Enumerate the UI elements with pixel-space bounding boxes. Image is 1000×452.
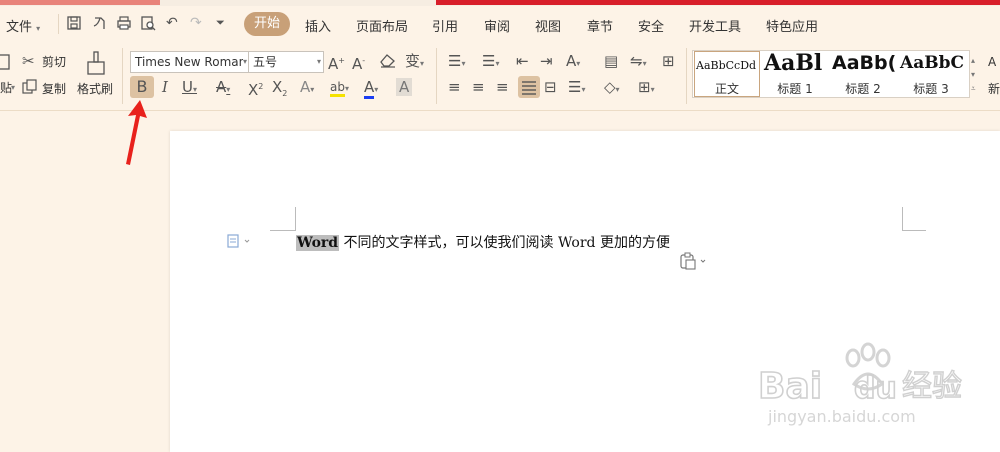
style-normal-selection bbox=[694, 51, 760, 97]
crop-mark bbox=[902, 230, 926, 231]
shrink-font-icon[interactable]: A- bbox=[352, 52, 365, 73]
tab-home[interactable]: 开始 bbox=[244, 12, 290, 36]
promo-strip bbox=[436, 0, 1000, 5]
line-spacing-icon[interactable]: ☰▾ bbox=[568, 78, 585, 99]
align-left-icon[interactable]: ≡ bbox=[448, 78, 461, 96]
font-name-value: Times New Roman bbox=[135, 55, 247, 69]
selected-text[interactable]: Word bbox=[296, 235, 340, 251]
gallery-scroll-up-icon[interactable]: ▴ bbox=[971, 54, 975, 68]
tab-security[interactable]: 安全 bbox=[638, 16, 664, 35]
style-heading2[interactable]: AaBb( 标题 2 bbox=[830, 50, 896, 96]
clear-format-icon[interactable] bbox=[379, 52, 397, 72]
gallery-scroll-down-icon[interactable]: ▾ bbox=[971, 68, 975, 82]
paste-options-icon[interactable] bbox=[679, 252, 709, 274]
undo-icon[interactable]: ↶ bbox=[166, 15, 178, 31]
customize-toolbar-icon[interactable]: ⏷ bbox=[216, 15, 225, 31]
document-text-line[interactable]: Word 不同的文字样式，可以使我们阅读 Word 更加的方便 bbox=[296, 232, 670, 252]
style-heading3[interactable]: AaBbC 标题 3 bbox=[898, 50, 964, 96]
chevron-down-icon: ▾ bbox=[242, 52, 247, 72]
file-menu-label: 文件 bbox=[6, 20, 33, 35]
scissors-icon[interactable]: ✂ bbox=[22, 52, 35, 70]
justify-icon[interactable] bbox=[518, 76, 540, 98]
watermark-url: jingyan.baidu.com bbox=[767, 407, 916, 426]
chevron-down-icon: ▾ bbox=[36, 24, 41, 33]
font-name-select[interactable]: Times New Roman ▾ bbox=[130, 51, 250, 73]
tab-special-apps[interactable]: 特色应用 bbox=[766, 16, 818, 35]
divider bbox=[686, 48, 687, 104]
tab-review[interactable]: 审阅 bbox=[484, 16, 510, 35]
align-right-icon[interactable]: ≡ bbox=[496, 78, 509, 96]
text-effect-icon[interactable]: A▾ bbox=[300, 78, 314, 99]
cut-label[interactable]: 剪切 bbox=[42, 55, 66, 69]
distributed-align-icon[interactable]: ⊟ bbox=[544, 78, 557, 96]
crop-mark bbox=[295, 207, 296, 231]
character-shading-icon[interactable]: A bbox=[396, 78, 413, 96]
font-color-icon[interactable]: A▾ bbox=[364, 78, 378, 99]
paste-icon[interactable] bbox=[0, 52, 10, 74]
print-icon[interactable] bbox=[116, 15, 132, 35]
baidu-watermark: Bai du 经验 jingyan.baidu.com bbox=[757, 342, 963, 426]
watermark-cn: 经验 bbox=[902, 369, 962, 404]
copy-label[interactable]: 复制 bbox=[42, 82, 66, 96]
document-text[interactable]: 不同的文字样式，可以使我们阅读 Word 更加的方便 bbox=[339, 235, 670, 251]
align-center-icon[interactable]: ≡ bbox=[472, 78, 485, 96]
paragraph-layout-icon[interactable] bbox=[227, 233, 251, 252]
subscript-icon[interactable]: X2 bbox=[272, 78, 287, 103]
increase-indent-icon[interactable]: ⇥ bbox=[540, 52, 553, 70]
style-heading1[interactable]: AaBl 标题 1 bbox=[762, 50, 828, 96]
new-style-label[interactable]: 新 bbox=[988, 82, 1000, 96]
print-preview-icon[interactable] bbox=[140, 15, 156, 35]
chevron-down-icon: ▾ bbox=[316, 57, 321, 66]
highlight-icon[interactable]: ab▾ bbox=[330, 78, 349, 98]
redo-icon[interactable]: ↷ bbox=[190, 15, 202, 31]
crop-mark bbox=[902, 207, 903, 231]
style-heading3-sample: AaBbC bbox=[900, 53, 964, 73]
chinese-layout-icon[interactable]: ▤ bbox=[604, 52, 618, 70]
watermark-brand2: du bbox=[854, 371, 897, 406]
font-size-select[interactable]: 五号 ▾ bbox=[248, 51, 324, 73]
tab-view[interactable]: 视图 bbox=[535, 16, 561, 35]
format-painter-label[interactable]: 格式刷 bbox=[77, 82, 113, 96]
format-painter-icon[interactable] bbox=[84, 50, 108, 80]
tab-references[interactable]: 引用 bbox=[432, 16, 458, 35]
divider bbox=[58, 14, 59, 34]
menu-bar: 文件 ▾ ↶ ↷ ⏷ 开始 插入 页面布局 引用 审阅 视图 章节 安全 开发工… bbox=[0, 6, 1000, 42]
gallery-expand-icon[interactable]: ⩡ bbox=[971, 82, 976, 96]
tab-page-layout[interactable]: 页面布局 bbox=[356, 16, 408, 35]
show-marks-icon[interactable]: ⇋▾ bbox=[630, 52, 647, 73]
tab-insert[interactable]: 插入 bbox=[305, 16, 331, 35]
crop-mark bbox=[270, 230, 296, 231]
export-pdf-icon[interactable] bbox=[92, 15, 108, 35]
style-heading2-sample: AaBb( bbox=[832, 52, 896, 74]
doc-tab-strip bbox=[0, 0, 160, 5]
style-heading1-label: 标题 1 bbox=[777, 82, 813, 96]
new-style-icon[interactable]: A bbox=[988, 55, 996, 69]
watermark-brand: Bai bbox=[758, 366, 822, 407]
chevron-down-icon[interactable]: ▾ bbox=[11, 81, 15, 95]
annotation-arrow bbox=[126, 100, 147, 165]
numbered-list-icon[interactable]: ☰▾ bbox=[482, 52, 499, 73]
font-size-value: 五号 bbox=[253, 55, 278, 69]
underline-icon[interactable]: U▾ bbox=[182, 78, 197, 99]
save-icon[interactable] bbox=[66, 15, 82, 35]
grow-font-icon[interactable]: A+ bbox=[328, 52, 345, 73]
strikethrough-icon[interactable]: A▾ bbox=[216, 78, 230, 99]
phonetic-guide-icon[interactable]: 变▾ bbox=[405, 52, 424, 73]
style-heading1-sample: AaBl bbox=[764, 50, 823, 76]
file-menu[interactable]: 文件 ▾ bbox=[6, 16, 40, 35]
decrease-indent-icon[interactable]: ⇤ bbox=[516, 52, 529, 70]
tab-developer[interactable]: 开发工具 bbox=[689, 16, 741, 35]
divider bbox=[436, 48, 437, 104]
shading-icon[interactable]: ◇▾ bbox=[604, 78, 620, 99]
tab-chapter[interactable]: 章节 bbox=[587, 16, 613, 35]
style-heading3-label: 标题 3 bbox=[913, 82, 949, 96]
change-case-icon[interactable]: A▾ bbox=[566, 52, 580, 73]
copy-icon[interactable] bbox=[22, 79, 37, 98]
style-heading2-label: 标题 2 bbox=[845, 82, 881, 96]
superscript-icon[interactable]: X2 bbox=[248, 78, 263, 99]
bullet-list-icon[interactable]: ☰▾ bbox=[448, 52, 465, 73]
borders-icon[interactable]: ⊞▾ bbox=[638, 78, 655, 99]
table-icon[interactable]: ⊞ bbox=[662, 52, 675, 70]
italic-icon[interactable]: I bbox=[162, 78, 168, 96]
